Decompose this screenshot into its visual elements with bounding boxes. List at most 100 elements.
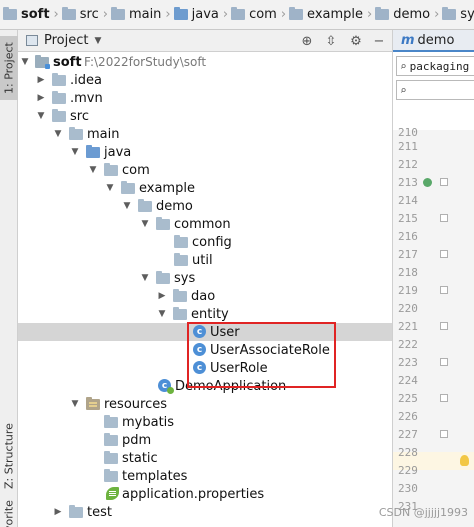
tree-node-dao[interactable]: ▶ dao [18, 287, 392, 305]
fold-marker-icon[interactable] [440, 358, 448, 366]
chevron-down-icon[interactable]: ▼ [140, 215, 150, 233]
chevron-right-icon[interactable]: ▶ [157, 287, 167, 305]
maven-file-icon: m [401, 32, 415, 48]
tree-node-pdm[interactable]: pdm [18, 431, 392, 449]
editor-area: m demo ⌕ packaging ⌕ 210 211 212 213 214… [392, 30, 474, 527]
project-panel: Project ▼ ⊕ ⇳ ⚙ − ▼ soft F:\2022forStudy… [18, 30, 392, 527]
properties-file-icon [106, 487, 119, 500]
source-folder-icon [173, 7, 188, 20]
tree-node-sys[interactable]: ▼ sys [18, 269, 392, 287]
tree-node-static[interactable]: static [18, 449, 392, 467]
module-folder-icon [35, 55, 50, 69]
folder-icon [52, 109, 66, 122]
tree-node-com[interactable]: ▼ com [18, 161, 392, 179]
chevron-right-icon[interactable]: ▶ [36, 71, 46, 89]
package-icon [156, 271, 170, 284]
package-icon [138, 199, 152, 212]
tree-node-application-properties[interactable]: application.properties [18, 485, 392, 503]
folder-icon [69, 505, 83, 518]
package-icon [156, 217, 170, 230]
spring-app-icon: c [158, 379, 174, 394]
breadcrumb-item-main[interactable]: main › [108, 0, 171, 29]
collapse-all-icon[interactable]: ⇳ [323, 33, 339, 49]
breadcrumb-item-com[interactable]: com › [228, 0, 286, 29]
chevron-right-icon[interactable]: ▶ [36, 89, 46, 107]
folder-icon [69, 127, 83, 140]
tree-node-user-role[interactable]: c UserRole [18, 359, 392, 377]
tree-node-config[interactable]: config [18, 233, 392, 251]
package-icon [121, 181, 135, 194]
search-icon: ⌕ [400, 59, 407, 73]
fold-marker-icon[interactable] [440, 178, 448, 186]
tree-node-idea[interactable]: ▶ .idea [18, 71, 392, 89]
project-panel-title[interactable]: Project [44, 33, 88, 48]
tree-node-test[interactable]: ▶ test [18, 503, 392, 521]
chevron-down-icon[interactable]: ▼ [88, 161, 98, 179]
fold-marker-icon[interactable] [440, 322, 448, 330]
tab-favorites[interactable]: vorites [0, 500, 18, 527]
chevron-down-icon[interactable]: ▼ [105, 179, 115, 197]
hide-icon[interactable]: − [371, 33, 387, 49]
breadcrumb-item-java[interactable]: java › [171, 0, 228, 29]
tree-node-mybatis[interactable]: mybatis [18, 413, 392, 431]
tree-node-templates[interactable]: templates [18, 467, 392, 485]
chevron-down-icon[interactable]: ▼ [122, 197, 132, 215]
package-icon [173, 289, 187, 302]
editor-tab-demo[interactable]: m demo [393, 30, 474, 52]
gear-icon[interactable]: ⚙ [348, 33, 364, 49]
tree-node-java[interactable]: ▼ java [18, 143, 392, 161]
tree-node-mvn[interactable]: ▶ .mvn [18, 89, 392, 107]
tree-node-resources[interactable]: ▼ resources [18, 395, 392, 413]
fold-marker-icon[interactable] [440, 394, 448, 402]
fold-marker-icon[interactable] [440, 286, 448, 294]
tab-structure[interactable]: Z: Structure [0, 420, 18, 492]
chevron-down-icon[interactable]: ▼ [70, 143, 80, 161]
tree-node-src[interactable]: ▼ src [18, 107, 392, 125]
package-icon [173, 307, 187, 320]
breadcrumb-item-demo[interactable]: demo › [372, 0, 439, 29]
gutter-marker-icon[interactable] [423, 178, 432, 187]
breadcrumb-item-soft[interactable]: soft › [0, 0, 59, 29]
source-folder-icon [86, 145, 100, 158]
tree-node-demo[interactable]: ▼ demo [18, 197, 392, 215]
tree-node-util[interactable]: util [18, 251, 392, 269]
tree-node-entity[interactable]: ▼ entity [18, 305, 392, 323]
chevron-right-icon[interactable]: ▶ [53, 503, 63, 521]
package-icon [442, 7, 457, 20]
breadcrumb-item-src[interactable]: src › [59, 0, 108, 29]
chevron-down-icon[interactable]: ▼ [157, 305, 167, 323]
class-icon: c [193, 361, 206, 374]
folder-icon [104, 451, 118, 464]
chevron-down-icon[interactable]: ▼ [94, 36, 101, 46]
folder-icon [52, 73, 66, 86]
folder-icon [104, 469, 118, 482]
tree-node-user[interactable]: c User [18, 323, 392, 341]
lightbulb-icon[interactable] [460, 455, 469, 466]
locate-icon[interactable]: ⊕ [299, 33, 315, 49]
module-folder-icon [3, 7, 17, 20]
tree-node-example[interactable]: ▼ example [18, 179, 392, 197]
editor-gutter: 210 211 212 213 214 215 216 217 218 219 … [393, 126, 474, 527]
folder-icon [52, 91, 66, 104]
package-icon [174, 253, 188, 266]
fold-marker-icon[interactable] [440, 214, 448, 222]
search-input[interactable]: ⌕ packaging [396, 56, 474, 76]
replace-input[interactable]: ⌕ [396, 80, 474, 100]
tree-node-demo-application[interactable]: c DemoApplication [18, 377, 392, 395]
tree-node-soft[interactable]: ▼ soft F:\2022forStudy\soft [18, 53, 392, 71]
chevron-down-icon[interactable]: ▼ [70, 395, 80, 413]
breadcrumb-item-sys[interactable]: sys› [439, 0, 474, 29]
fold-marker-icon[interactable] [440, 250, 448, 258]
tree-node-user-associate-role[interactable]: c UserAssociateRole [18, 341, 392, 359]
chevron-down-icon[interactable]: ▼ [140, 269, 150, 287]
tree-node-common[interactable]: ▼ common [18, 215, 392, 233]
fold-marker-icon[interactable] [440, 430, 448, 438]
package-icon [289, 7, 304, 20]
left-tool-strip: 1: Project Z: Structure vorites [0, 30, 18, 527]
chevron-down-icon[interactable]: ▼ [53, 125, 63, 143]
chevron-down-icon[interactable]: ▼ [36, 107, 46, 125]
tree-node-main[interactable]: ▼ main [18, 125, 392, 143]
chevron-down-icon[interactable]: ▼ [20, 53, 30, 71]
tab-project[interactable]: 1: Project [0, 36, 18, 100]
breadcrumb-item-example[interactable]: example › [286, 0, 372, 29]
